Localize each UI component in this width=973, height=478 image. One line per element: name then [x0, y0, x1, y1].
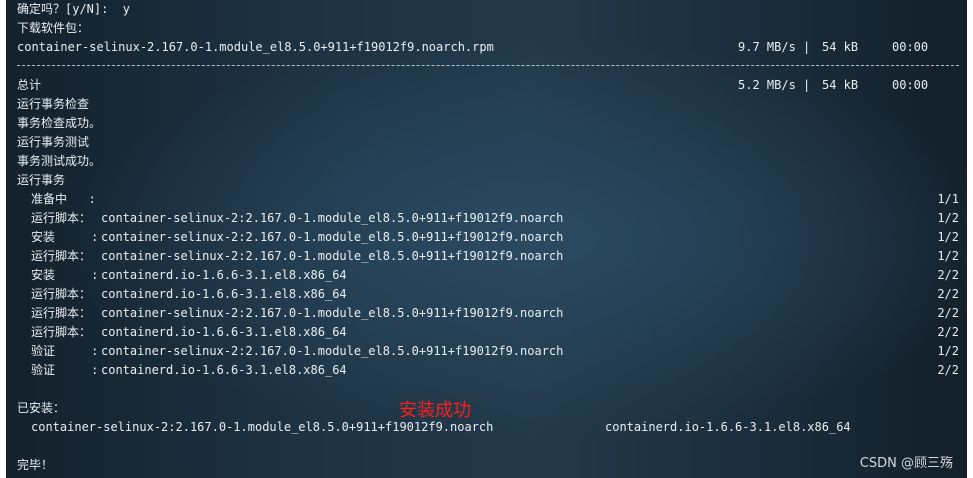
- tx-progress: 2/2: [937, 306, 959, 320]
- tx-row: 安装 : container-selinux-2:2.167.0-1.modul…: [17, 228, 959, 247]
- download-time: 00:00: [892, 40, 929, 54]
- total-label: 总计: [17, 78, 42, 92]
- tx-row: 运行脚本： container-selinux-2:2.167.0-1.modu…: [17, 247, 959, 266]
- tx-action: 运行脚本：: [31, 211, 92, 225]
- download-size: 54 kB: [822, 40, 859, 54]
- download-speed: 9.7 MB/s |: [738, 40, 811, 54]
- download-heading: 下载软件包：: [17, 21, 90, 35]
- installed-package: containerd.io-1.6.6-3.1.el8.x86_64: [605, 420, 851, 434]
- tx-row: 运行脚本： containerd.io-1.6.6-3.1.el8.x86_64…: [17, 285, 959, 304]
- tx-package: containerd.io-1.6.6-3.1.el8.x86_64: [101, 287, 347, 301]
- status-line: 事务测试成功。: [17, 154, 102, 168]
- tx-progress: 1/2: [937, 230, 959, 244]
- tx-action: 运行脚本：: [31, 249, 92, 263]
- confirm-line: 确定吗？[y/N]: y: [17, 2, 131, 16]
- total-time: 00:00: [892, 78, 929, 92]
- installed-row: container-selinux-2:2.167.0-1.module_el8…: [17, 418, 959, 437]
- tx-progress: 2/2: [937, 325, 959, 339]
- tx-action: 准备中 :: [31, 192, 96, 206]
- status-line: 事务检查成功。: [17, 116, 102, 130]
- tx-progress: 1/2: [937, 344, 959, 358]
- tx-package: containerd.io-1.6.6-3.1.el8.x86_64: [101, 325, 347, 339]
- tx-package: containerd.io-1.6.6-3.1.el8.x86_64: [101, 268, 347, 282]
- tx-package: container-selinux-2:2.167.0-1.module_el8…: [101, 344, 564, 358]
- done-line: 完毕！: [17, 458, 54, 472]
- tx-action: 运行脚本：: [31, 325, 92, 339]
- tx-row: 准备中 : 1/1: [17, 190, 959, 209]
- total-size: 54 kB: [822, 78, 859, 92]
- installed-heading: 已安装：: [17, 401, 66, 415]
- total-row: 总计 5.2 MB/s | 54 kB 00:00: [17, 76, 959, 95]
- tx-package: container-selinux-2:2.167.0-1.module_el8…: [101, 230, 564, 244]
- tx-progress: 1/2: [937, 211, 959, 225]
- tx-progress: 2/2: [937, 287, 959, 301]
- tx-row: 安装 : containerd.io-1.6.6-3.1.el8.x86_64 …: [17, 266, 959, 285]
- tx-action: 验证 :: [31, 344, 99, 358]
- tx-action: 安装 :: [31, 268, 99, 282]
- terminal-window[interactable]: 确定吗？[y/N]: y 下载软件包： container-selinux-2.…: [6, 0, 967, 478]
- separator-line: [17, 65, 959, 66]
- download-row: container-selinux-2.167.0-1.module_el8.5…: [17, 38, 959, 57]
- tx-package: container-selinux-2:2.167.0-1.module_el8…: [101, 306, 564, 320]
- tx-progress: 1/2: [937, 249, 959, 263]
- total-speed: 5.2 MB/s |: [738, 78, 811, 92]
- tx-package: containerd.io-1.6.6-3.1.el8.x86_64: [101, 363, 347, 377]
- tx-row: 运行脚本： container-selinux-2:2.167.0-1.modu…: [17, 304, 959, 323]
- tx-progress: 2/2: [937, 268, 959, 282]
- tx-progress: 1/1: [937, 192, 959, 206]
- status-line: 运行事务检查: [17, 97, 90, 111]
- tx-row: 验证 : container-selinux-2:2.167.0-1.modul…: [17, 342, 959, 361]
- status-line: 运行事务: [17, 173, 66, 187]
- tx-package: container-selinux-2:2.167.0-1.module_el8…: [101, 249, 564, 263]
- watermark: CSDN @顾三殇: [859, 456, 953, 471]
- download-file: container-selinux-2.167.0-1.module_el8.5…: [17, 40, 494, 54]
- tx-action: 运行脚本：: [31, 306, 92, 320]
- tx-row: 运行脚本： containerd.io-1.6.6-3.1.el8.x86_64…: [17, 323, 959, 342]
- tx-row: 运行脚本： container-selinux-2:2.167.0-1.modu…: [17, 209, 959, 228]
- status-line: 运行事务测试: [17, 135, 90, 149]
- success-annotation: 安装成功: [399, 400, 471, 421]
- tx-package: container-selinux-2:2.167.0-1.module_el8…: [101, 211, 564, 225]
- tx-action: 运行脚本：: [31, 287, 92, 301]
- tx-action: 安装 :: [31, 230, 99, 244]
- tx-action: 验证 :: [31, 363, 99, 377]
- tx-progress: 2/2: [937, 363, 959, 377]
- tx-row: 验证 : containerd.io-1.6.6-3.1.el8.x86_64 …: [17, 361, 959, 380]
